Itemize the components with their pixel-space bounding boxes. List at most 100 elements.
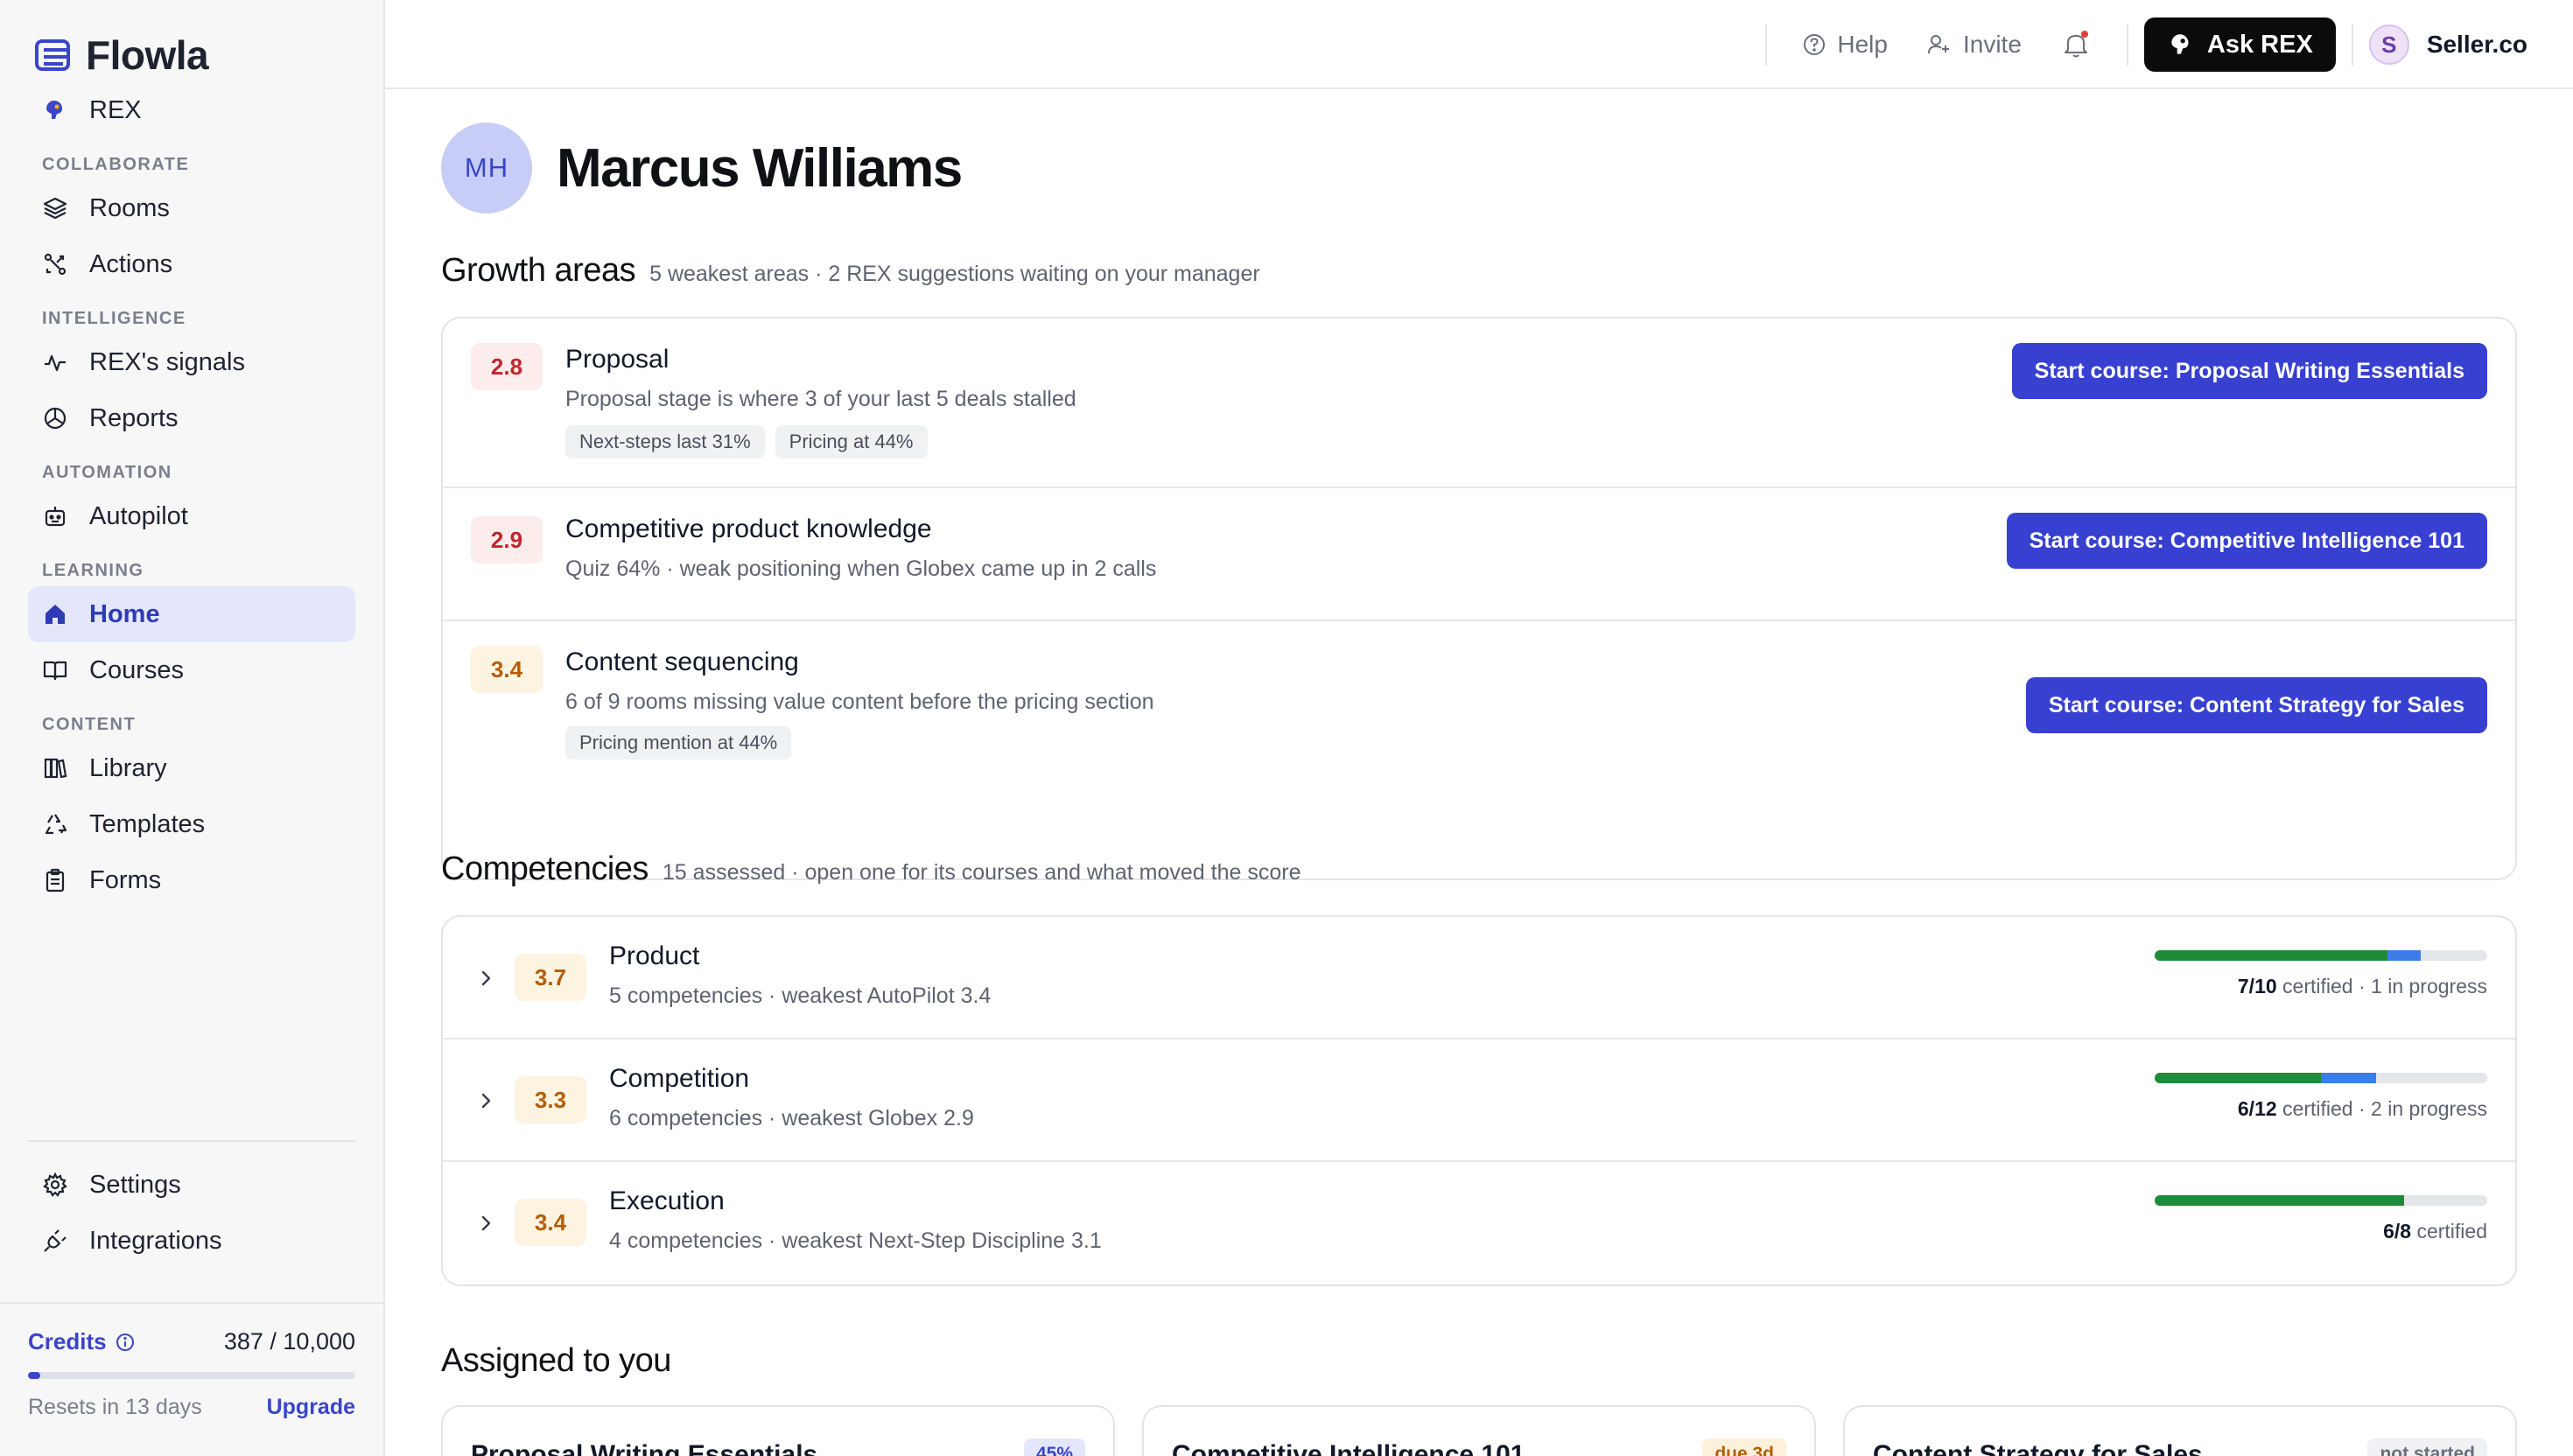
start-course-button[interactable]: Start course: Competitive Intelligence 1… <box>2006 513 2487 569</box>
sidebar-item-rooms[interactable]: Rooms <box>28 180 355 236</box>
certified-segment <box>2155 1195 2404 1206</box>
assigned-course-card[interactable]: Proposal Writing Essentials 45% <box>441 1405 1115 1456</box>
info-icon[interactable] <box>116 1333 135 1352</box>
sidebar-divider <box>28 1140 355 1142</box>
sidebar-item-actions[interactable]: Actions <box>28 236 355 292</box>
start-course-button[interactable]: Start course: Proposal Writing Essential… <box>2011 343 2487 399</box>
growth-area-title: Competitive product knowledge <box>565 514 932 543</box>
sidebar-item-label: Courses <box>89 655 184 684</box>
upgrade-link[interactable]: Upgrade <box>267 1395 355 1420</box>
plug-icon <box>40 1226 70 1256</box>
sidebar-item-settings[interactable]: Settings <box>28 1157 355 1213</box>
growth-area-row[interactable]: 2.8 Proposal Proposal stage is where 3 o… <box>443 318 2515 488</box>
help-icon <box>1804 34 1826 55</box>
sidebar-item-home[interactable]: Home <box>28 586 355 642</box>
competency-description: 6 competencies · weakest Globex 2.9 <box>609 1106 974 1130</box>
flowla-logo-icon <box>35 39 70 71</box>
growth-area-title: Content sequencing <box>565 648 799 676</box>
competency-description: 4 competencies · weakest Next-Step Disci… <box>609 1228 1102 1253</box>
assigned-course-title: Proposal Writing Essentials <box>471 1440 818 1456</box>
add-user-icon <box>1927 35 1949 54</box>
signal-tag: Pricing at 44% <box>775 425 928 458</box>
profile-header: MH Marcus Williams <box>441 122 963 214</box>
sidebar-bottom-nav: Settings Integrations <box>28 1157 355 1269</box>
brand-name: Flowla <box>86 32 209 78</box>
help-label: Help <box>1837 31 1888 58</box>
chevron-right-icon[interactable] <box>471 1208 501 1238</box>
org-switcher[interactable]: S Seller.co <box>2368 24 2527 65</box>
certification-progress-bar <box>2155 1073 2487 1083</box>
growth-area-row[interactable]: 3.4 Content sequencing 6 of 9 rooms miss… <box>443 621 2515 791</box>
sidebar-item-label: Autopilot <box>89 501 188 530</box>
sidebar-item-label: Templates <box>89 809 206 838</box>
rex-icon <box>2171 34 2189 54</box>
sidebar-item-label: Home <box>89 599 160 628</box>
growth-score-badge: 2.8 <box>471 343 543 390</box>
ask-rex-label: Ask REX <box>2206 30 2313 59</box>
topbar: Help Invite Ask REX S Seller.co <box>385 0 2573 89</box>
invite-button[interactable]: Invite <box>1907 31 2041 59</box>
status-badge: 45% <box>1023 1438 1085 1456</box>
competency-row[interactable]: 3.7 Product 5 competencies · weakest Aut… <box>443 917 2515 1040</box>
invite-label: Invite <box>1962 31 2022 58</box>
topbar-divider <box>2126 24 2128 66</box>
competency-title: Execution <box>609 1186 725 1215</box>
competency-row[interactable]: 3.4 Execution 4 competencies · weakest N… <box>443 1162 2515 1284</box>
competencies-title: Competencies <box>441 850 649 887</box>
org-name: Seller.co <box>2426 31 2527 58</box>
competency-score-badge: 3.3 <box>515 1076 586 1124</box>
growth-score-badge: 2.9 <box>471 516 543 564</box>
brand-logo[interactable]: Flowla <box>33 32 209 79</box>
pie-chart-icon <box>40 403 70 433</box>
assigned-course-card[interactable]: Competitive Intelligence 101 due 3d <box>1142 1405 1816 1456</box>
sidebar-item-library[interactable]: Library <box>28 740 355 796</box>
ask-rex-button[interactable]: Ask REX <box>2143 18 2336 72</box>
library-icon <box>40 753 70 783</box>
growth-area-description: Quiz 64% · weak positioning when Globex … <box>565 556 1157 581</box>
certification-summary: 7/10 certified · 1 in progress <box>2238 975 2487 998</box>
rex-icon <box>40 95 70 125</box>
robot-icon <box>40 501 70 531</box>
start-course-button[interactable]: Start course: Content Strategy for Sales <box>2025 677 2487 733</box>
avatar: MH <box>441 122 532 214</box>
competency-title: Competition <box>609 1064 750 1093</box>
section-learning: LEARNING <box>42 561 144 580</box>
in-progress-segment <box>2321 1073 2377 1083</box>
signal-tag: Next-steps last 31% <box>565 425 765 458</box>
sidebar-item-courses[interactable]: Courses <box>28 642 355 698</box>
sidebar-item-autopilot[interactable]: Autopilot <box>28 488 355 544</box>
chevron-right-icon[interactable] <box>471 963 501 993</box>
credits-value: 387 / 10,000 <box>223 1328 355 1354</box>
growth-area-tags: Next-steps last 31% Pricing at 44% <box>565 425 928 458</box>
sidebar-item-rex-signals[interactable]: REX's signals <box>28 334 355 390</box>
sidebar-item-label: Reports <box>89 403 179 432</box>
page-title: Marcus Williams <box>557 137 963 199</box>
activity-icon <box>40 347 70 377</box>
sidebar-item-templates[interactable]: Templates <box>28 796 355 852</box>
notifications-button[interactable] <box>2058 27 2093 62</box>
assigned-course-card[interactable]: Content Strategy for Sales not started <box>1843 1405 2517 1456</box>
certified-segment <box>2155 950 2387 961</box>
competency-score-badge: 3.4 <box>515 1199 586 1246</box>
growth-area-row[interactable]: 2.9 Competitive product knowledge Quiz 6… <box>443 488 2515 621</box>
help-button[interactable]: Help <box>1783 31 1907 59</box>
sidebar-item-reports[interactable]: Reports <box>28 390 355 446</box>
in-progress-text: · 1 in progress <box>2352 975 2487 998</box>
sidebar-item-rex[interactable]: REX <box>28 82 355 138</box>
credits-progress-fill <box>28 1372 41 1379</box>
actions-icon <box>40 249 70 279</box>
book-open-icon <box>40 655 70 685</box>
credits-label[interactable]: Credits <box>28 1328 135 1355</box>
sidebar-item-integrations[interactable]: Integrations <box>28 1213 355 1269</box>
sidebar-item-forms[interactable]: Forms <box>28 852 355 908</box>
chevron-right-icon[interactable] <box>471 1086 501 1116</box>
credits-reset-text: Resets in 13 days <box>28 1395 202 1419</box>
certified-count: 6/12 <box>2237 1097 2277 1120</box>
growth-areas-header: Growth areas 5 weakest areas · 2 REX sug… <box>441 252 1260 290</box>
credits-progress-bar <box>28 1372 355 1379</box>
assigned-course-title: Competitive Intelligence 101 <box>1172 1440 1525 1456</box>
sidebar: Flowla REX COLLABORATE Rooms Actions INT… <box>0 0 385 1456</box>
recycle-icon <box>40 809 70 839</box>
competency-row[interactable]: 3.3 Competition 6 competencies · weakest… <box>443 1040 2515 1162</box>
certification-summary: 6/12 certified · 2 in progress <box>2238 1097 2487 1121</box>
